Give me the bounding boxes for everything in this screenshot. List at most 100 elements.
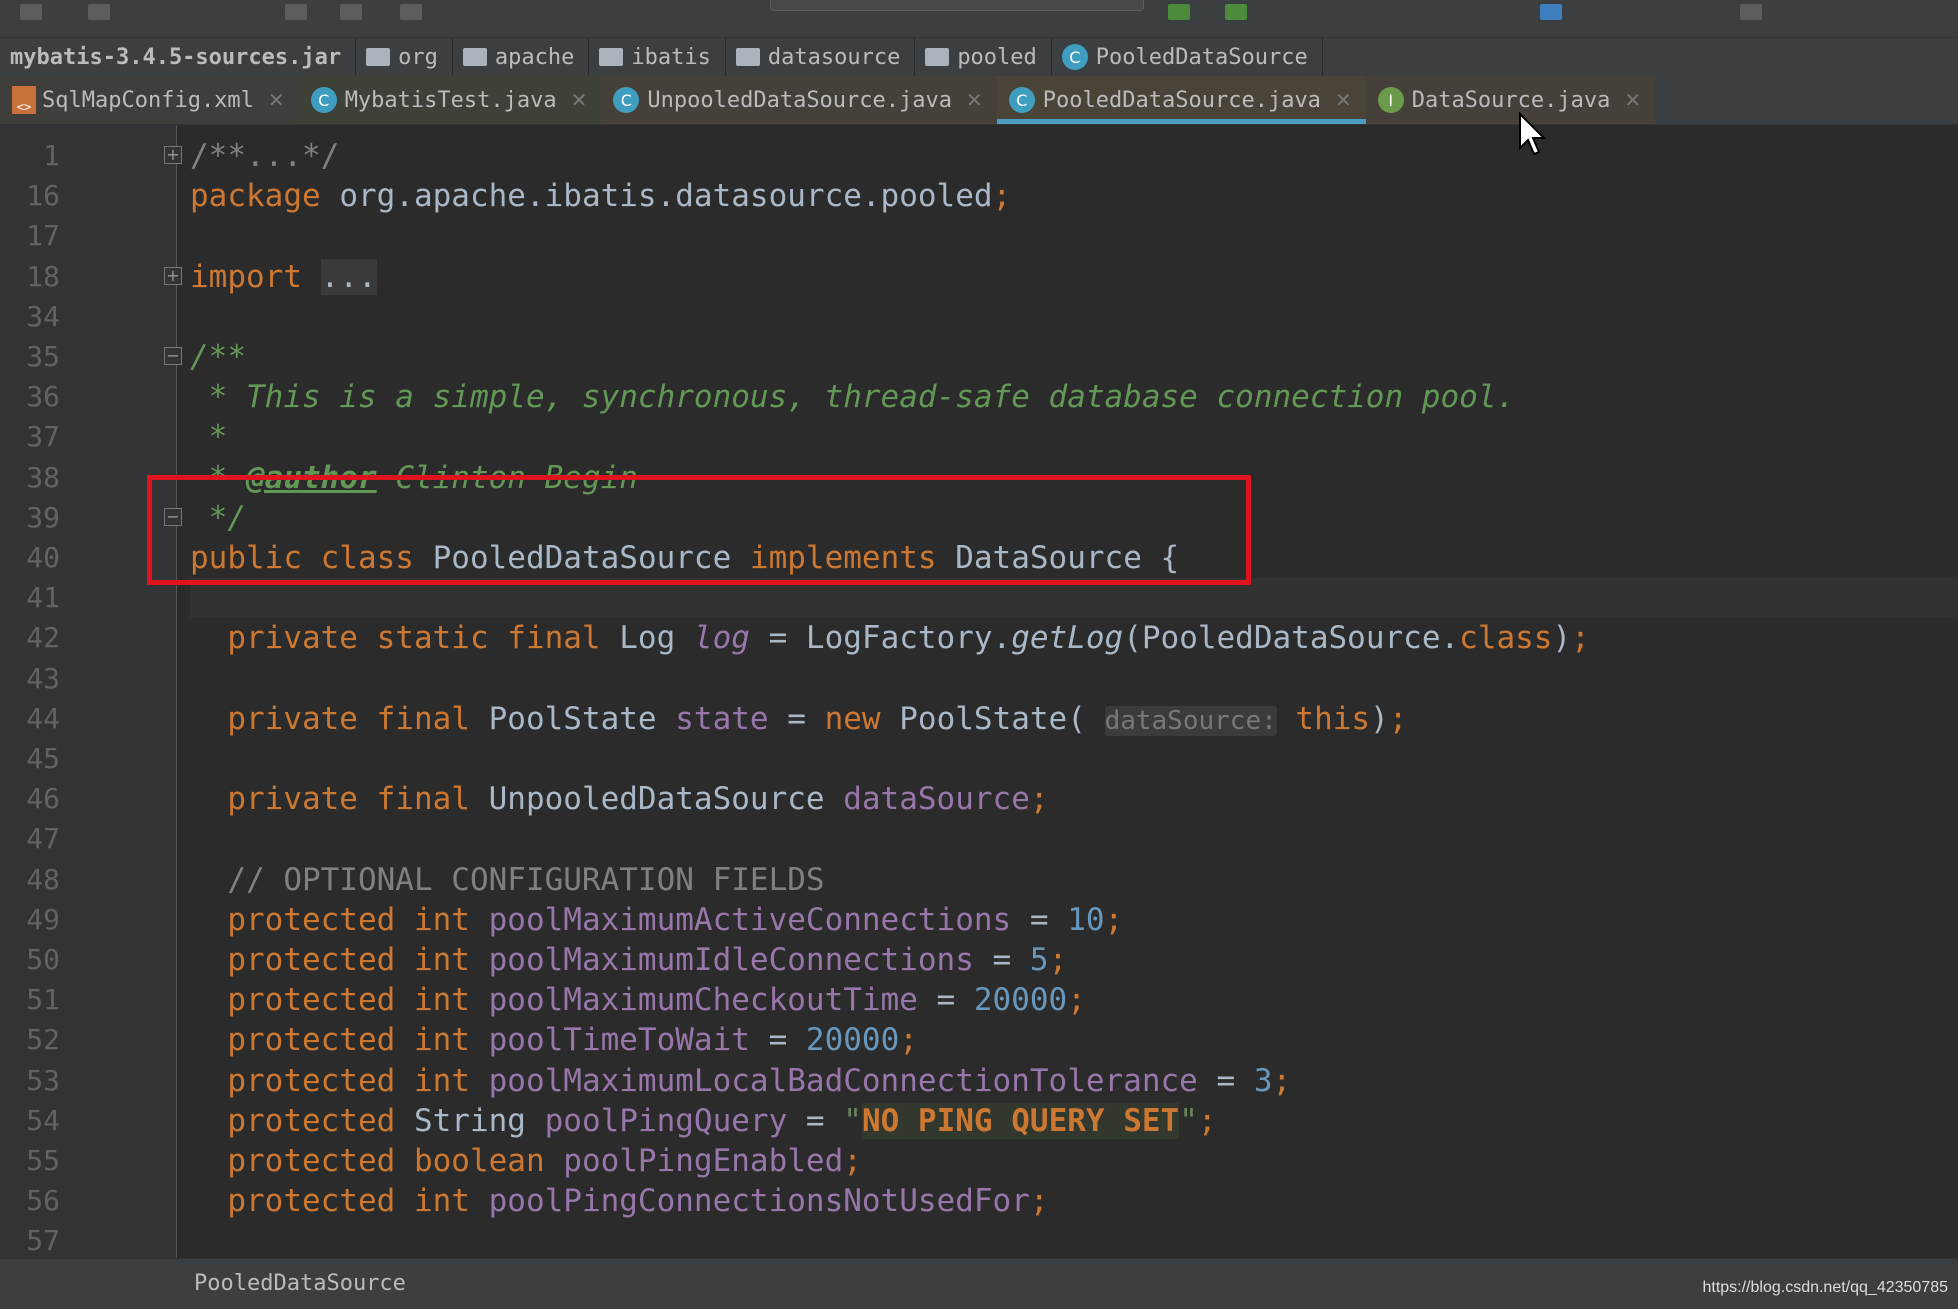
breadcrumb-item[interactable]: apache <box>453 38 590 76</box>
code-token: protected int <box>190 901 489 938</box>
code-text: protected int poolPingConnectionsNotUsed… <box>190 1181 1958 1221</box>
breadcrumb-item[interactable]: datasource <box>726 38 916 76</box>
fold-expand-icon[interactable]: + <box>164 146 182 164</box>
debug-icon[interactable] <box>1225 4 1247 20</box>
code-line: 51 protected int poolMaximumCheckoutTime… <box>0 980 1958 1020</box>
code-line: 44 private final PoolState state = new P… <box>0 699 1958 739</box>
line-number: 16 <box>26 179 60 213</box>
status-breadcrumb[interactable]: PooledDataSource <box>194 1271 406 1296</box>
code-token: DataSource { <box>955 540 1180 576</box>
run-configuration-select[interactable] <box>770 0 1144 11</box>
code-token: poolMaximumIdleConnections <box>488 942 974 978</box>
code-line: 49 protected int poolMaximumActiveConnec… <box>0 900 1958 940</box>
code-token: this <box>1295 700 1371 737</box>
line-number: 47 <box>26 822 60 856</box>
code-line: 39 − */ <box>0 498 1958 538</box>
breadcrumb-item[interactable]: mybatis-3.4.5-sources.jar <box>0 38 357 76</box>
line-number: 50 <box>26 943 60 976</box>
breadcrumb-label: apache <box>494 44 575 70</box>
code-text: protected int poolTimeToWait = 20000; <box>190 1020 1958 1060</box>
line-number: 48 <box>26 862 60 896</box>
code-token: (PooledDataSource. <box>1123 620 1460 657</box>
breadcrumb-item[interactable]: ibatis <box>589 38 726 76</box>
code-token: ; <box>1104 901 1124 938</box>
toolbar-icon[interactable] <box>340 4 362 20</box>
toolbar-icon[interactable] <box>88 4 110 20</box>
code-editor[interactable]: 1 +/**...*/16 package org.apache.ibatis.da… <box>0 125 1958 1258</box>
code-token: Clinton Begin <box>376 459 638 496</box>
breadcrumb-item[interactable]: C PooledDataSource <box>1052 38 1323 76</box>
fold-collapse-icon[interactable]: − <box>164 507 182 526</box>
code-text: public class PooledDataSource implements… <box>190 538 1958 578</box>
toolbar-icon[interactable] <box>285 4 307 20</box>
code-text: * @author Clinton Begin <box>190 458 1958 498</box>
breadcrumb-label: mybatis-3.4.5-sources.jar <box>10 44 342 70</box>
line-number: 42 <box>26 621 60 655</box>
code-token: = <box>973 942 1030 978</box>
code-text: protected boolean poolPingEnabled; <box>190 1141 1958 1181</box>
code-token: = <box>749 1022 806 1059</box>
code-text: protected int poolMaximumActiveConnectio… <box>190 900 1958 940</box>
code-token: package <box>190 178 340 215</box>
code-token: * This is a simple, synchronous, thread-… <box>190 379 1516 416</box>
toolbar-icon[interactable] <box>400 4 422 20</box>
code-token: PooledDataSource <box>432 540 750 576</box>
code-line: 47 <box>0 819 1958 859</box>
code-text: package org.apache.ibatis.datasource.poo… <box>190 176 1958 216</box>
tab-sqlmapconfig-xml[interactable]: <> SqlMapConfig.xml ✕ <box>0 76 299 124</box>
toolbar-icon[interactable] <box>1740 4 1762 20</box>
code-token: ; <box>1067 982 1086 1019</box>
folder-icon <box>366 48 391 66</box>
code-line: 48 // OPTIONAL CONFIGURATION FIELDS <box>0 860 1958 900</box>
code-text: protected String poolPingQuery = "NO PIN… <box>190 1101 1958 1141</box>
code-text: protected int poolMaximumLocalBadConnect… <box>190 1061 1958 1101</box>
code-token: // OPTIONAL CONFIGURATION FIELDS <box>190 861 825 898</box>
close-tab-icon[interactable]: ✕ <box>571 88 588 112</box>
code-token: protected int <box>190 1183 489 1220</box>
code-token: ) <box>1370 700 1389 737</box>
tab-pooleddatasource-java[interactable]: C PooledDataSource.java ✕ <box>996 76 1366 124</box>
line-number: 39 <box>26 500 60 534</box>
breadcrumb-item[interactable]: org <box>356 38 453 76</box>
code-token: ; <box>1048 942 1068 978</box>
code-text: */ <box>190 498 1958 538</box>
tab-label: MybatisTest.java <box>344 87 557 113</box>
close-tab-icon[interactable]: ✕ <box>1624 88 1641 112</box>
code-text: * <box>190 417 1958 457</box>
code-token: 10 <box>1067 901 1105 938</box>
toolbar-icon[interactable] <box>1540 4 1562 20</box>
close-tab-icon[interactable]: ✕ <box>966 88 983 112</box>
line-number: 34 <box>26 299 60 333</box>
tab-label: SqlMapConfig.xml <box>42 87 254 113</box>
fold-expand-icon[interactable]: + <box>164 266 182 285</box>
code-token: poolPingConnectionsNotUsedFor <box>488 1183 1030 1220</box>
code-line: 40 public class PooledDataSource implemen… <box>0 538 1958 578</box>
breadcrumb-item[interactable]: pooled <box>915 38 1052 76</box>
code-token: /** <box>190 339 246 375</box>
tab-mybatistest-java[interactable]: C MybatisTest.java ✕ <box>298 76 602 124</box>
line-number: 17 <box>26 219 60 253</box>
tab-datasource-java[interactable]: I DataSource.java ✕ <box>1365 76 1656 124</box>
line-number: 55 <box>26 1144 60 1177</box>
line-number: 49 <box>26 902 60 936</box>
breadcrumb-label: PooledDataSource <box>1095 44 1308 70</box>
code-token: */ <box>190 499 246 536</box>
close-tab-icon[interactable]: ✕ <box>1335 88 1352 112</box>
xml-file-icon: <> <box>12 86 36 114</box>
interface-icon: I <box>1377 87 1404 113</box>
tab-label: PooledDataSource.java <box>1042 87 1321 113</box>
code-token: protected boolean <box>190 1143 564 1179</box>
code-token: protected int <box>190 942 489 978</box>
code-token: 3 <box>1253 1062 1273 1099</box>
code-token: ... <box>320 258 377 295</box>
code-token: dataSource <box>843 781 1030 818</box>
toolbar-icon[interactable] <box>20 4 42 20</box>
fold-collapse-icon[interactable]: − <box>164 347 182 365</box>
code-token: private final <box>190 700 489 737</box>
code-token: private final <box>190 781 489 818</box>
tab-unpooleddatasource-java[interactable]: C UnpooledDataSource.java ✕ <box>601 76 997 124</box>
code-token: " <box>1179 1102 1198 1139</box>
close-tab-icon[interactable]: ✕ <box>268 88 285 112</box>
run-icon[interactable] <box>1168 4 1190 20</box>
